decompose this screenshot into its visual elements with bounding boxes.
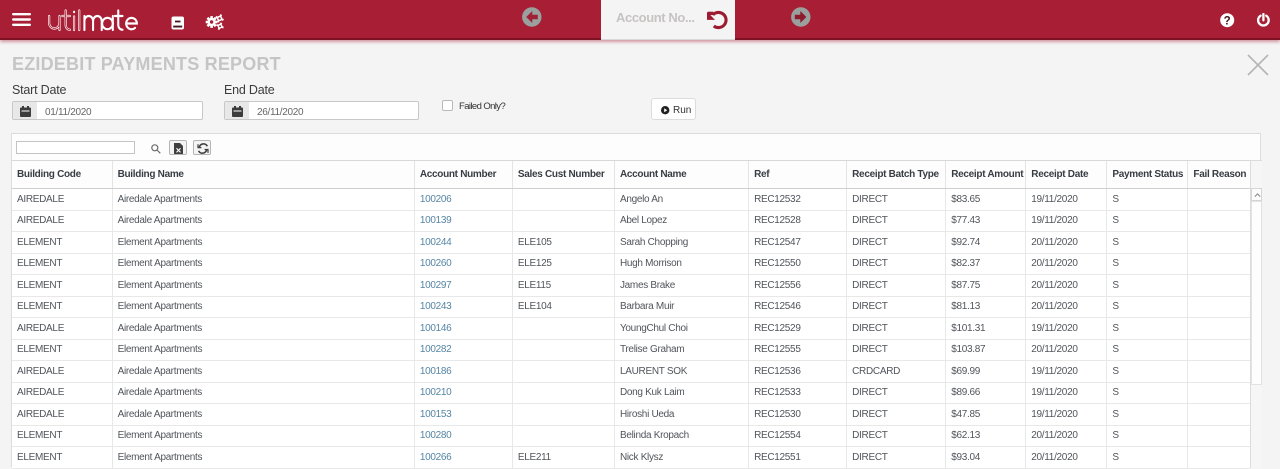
svg-text:?: ? <box>1224 16 1231 28</box>
